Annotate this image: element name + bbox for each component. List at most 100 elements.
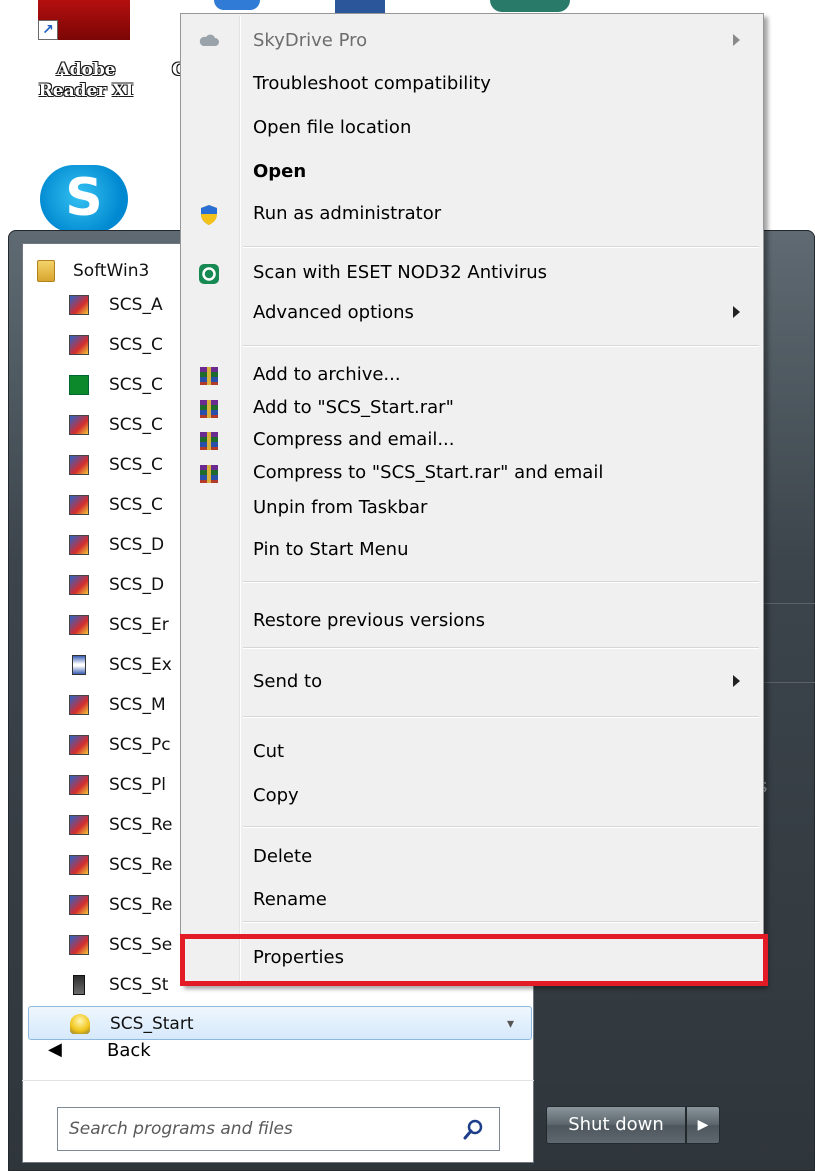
- winrar-icon: [198, 398, 220, 420]
- menu-item-label: Open file location: [253, 117, 412, 138]
- program-item-label: SCS_C: [109, 335, 163, 355]
- eset-icon: [198, 263, 220, 285]
- menu-item-properties[interactable]: Properties: [181, 938, 763, 980]
- program-item-label: SCS_D: [109, 575, 165, 595]
- program-item-label: SCS_Re: [109, 815, 173, 835]
- app-icon: [69, 695, 89, 715]
- app-icon: [69, 415, 89, 435]
- shutdown-options-button[interactable]: ▶: [686, 1106, 720, 1144]
- dollar-icon: [69, 375, 89, 395]
- app-icon: [69, 495, 89, 515]
- winrar-icon: [198, 463, 220, 485]
- menu-item-open-file-location[interactable]: Open file location: [181, 108, 763, 150]
- back-button[interactable]: ◀ Back: [22, 1032, 534, 1072]
- program-item-label: SCS_Pl: [109, 775, 166, 795]
- app-icon: [69, 815, 89, 835]
- winrar-icon: [198, 430, 220, 452]
- app-icon: [69, 455, 89, 475]
- app-icon: [69, 895, 89, 915]
- menu-item-troubleshoot-compatibility[interactable]: Troubleshoot compatibility: [181, 64, 763, 106]
- app-icon: [69, 295, 89, 315]
- menu-item-advanced-options[interactable]: Advanced options: [181, 293, 763, 335]
- menu-item-label: Run as administrator: [253, 203, 442, 224]
- menu-separator: [243, 826, 759, 828]
- menu-item-label: Rename: [253, 889, 327, 910]
- menu-item-cut[interactable]: Cut: [181, 732, 763, 774]
- desktop-icon-label: Adobe Reader XI: [38, 60, 134, 101]
- menu-item-restore-previous-versions[interactable]: Restore previous versions: [181, 601, 763, 643]
- app-icon: [69, 535, 89, 555]
- menu-item-unpin-from-taskbar[interactable]: Unpin from Taskbar: [181, 488, 763, 530]
- program-item-label: SCS_D: [109, 535, 165, 555]
- app-icon: [69, 575, 89, 595]
- menu-separator: [243, 647, 759, 649]
- desktop-partial-icon: [214, 0, 260, 10]
- menu-item-delete[interactable]: Delete: [181, 837, 763, 879]
- menu-item-label: Restore previous versions: [253, 610, 486, 631]
- program-item-label: SCS_C: [109, 455, 163, 475]
- shortcut-arrow-icon: ↗: [38, 20, 58, 40]
- menu-separator: [243, 345, 759, 347]
- menu-item-rename[interactable]: Rename: [181, 880, 763, 922]
- menu-separator: [243, 246, 759, 248]
- app-icon: [69, 335, 89, 355]
- back-arrow-icon: ◀: [48, 1039, 62, 1060]
- submenu-arrow-icon: [733, 34, 740, 46]
- menu-item-label: Copy: [253, 785, 299, 806]
- menu-item-label: Delete: [253, 846, 313, 867]
- menu-item-copy[interactable]: Copy: [181, 776, 763, 818]
- menu-item-label: Add to archive...: [253, 364, 401, 385]
- program-item-label: SCS_St: [109, 975, 169, 995]
- program-item-label: SCS_C: [109, 415, 163, 435]
- program-item-label: SCS_Er: [109, 615, 169, 635]
- cloud-icon: [198, 31, 220, 53]
- submenu-arrow-icon: [733, 675, 740, 687]
- skype-letter: S: [65, 168, 103, 228]
- menu-item-label: Compress to "SCS_Start.rar" and email: [253, 462, 604, 483]
- program-item-label: SCS_C: [109, 495, 163, 515]
- chevron-right-icon: ▶: [697, 1117, 709, 1133]
- phone-icon: [73, 975, 85, 995]
- shutdown-button[interactable]: Shut down: [546, 1106, 686, 1144]
- winrar-icon: [198, 365, 220, 387]
- menu-item-label: Cut: [253, 741, 285, 762]
- menu-item-label: Scan with ESET NOD32 Antivirus: [253, 262, 548, 283]
- folder-icon: [37, 260, 55, 282]
- menu-item-open[interactable]: Open: [181, 152, 763, 194]
- shutdown-label: Shut down: [568, 1114, 664, 1135]
- program-item-label: SCS_Pc: [109, 735, 171, 755]
- submenu-arrow-icon: [733, 306, 740, 318]
- menu-item-label: Pin to Start Menu: [253, 539, 409, 560]
- menu-item-label: Open: [253, 161, 307, 182]
- menu-item-label: Unpin from Taskbar: [253, 497, 428, 518]
- program-item-label: SCS_Re: [109, 895, 173, 915]
- menu-item-send-to[interactable]: Send to: [181, 662, 763, 704]
- program-item-label: SCS_C: [109, 375, 163, 395]
- program-item-label: SCS_M: [109, 695, 166, 715]
- app-icon: [69, 935, 89, 955]
- context-menu: SkyDrive Pro Troubleshoot compatibility Op…: [180, 13, 764, 985]
- lightbulb-icon: [70, 1014, 90, 1034]
- menu-separator: [243, 581, 759, 583]
- menu-item-label: Properties: [253, 947, 344, 968]
- desktop-partial-icon: [490, 0, 570, 12]
- menu-item-label: Advanced options: [253, 302, 414, 323]
- hourglass-icon: [72, 655, 86, 675]
- menu-item-scan-with-eset-nod32-antivirus[interactable]: Scan with ESET NOD32 Antivirus: [181, 253, 763, 295]
- menu-item-label: Send to: [253, 671, 323, 692]
- search-box[interactable]: [57, 1107, 500, 1151]
- desktop-word-icon: [335, 0, 385, 14]
- program-item-label: SCS_Ex: [109, 655, 172, 675]
- search-icon[interactable]: [461, 1117, 487, 1143]
- menu-separator: [243, 716, 759, 718]
- menu-item-pin-to-start-menu[interactable]: Pin to Start Menu: [181, 530, 763, 572]
- app-icon: [69, 855, 89, 875]
- search-input[interactable]: [67, 1118, 451, 1140]
- app-icon: [69, 775, 89, 795]
- menu-item-skydrive-pro: SkyDrive Pro: [181, 21, 763, 63]
- menu-item-label: SkyDrive Pro: [253, 30, 368, 51]
- menu-item-run-as-administrator[interactable]: Run as administrator: [181, 194, 763, 236]
- uac-shield-icon: [198, 204, 220, 226]
- menu-item-label: Add to "SCS_Start.rar": [253, 397, 454, 418]
- app-icon: [69, 615, 89, 635]
